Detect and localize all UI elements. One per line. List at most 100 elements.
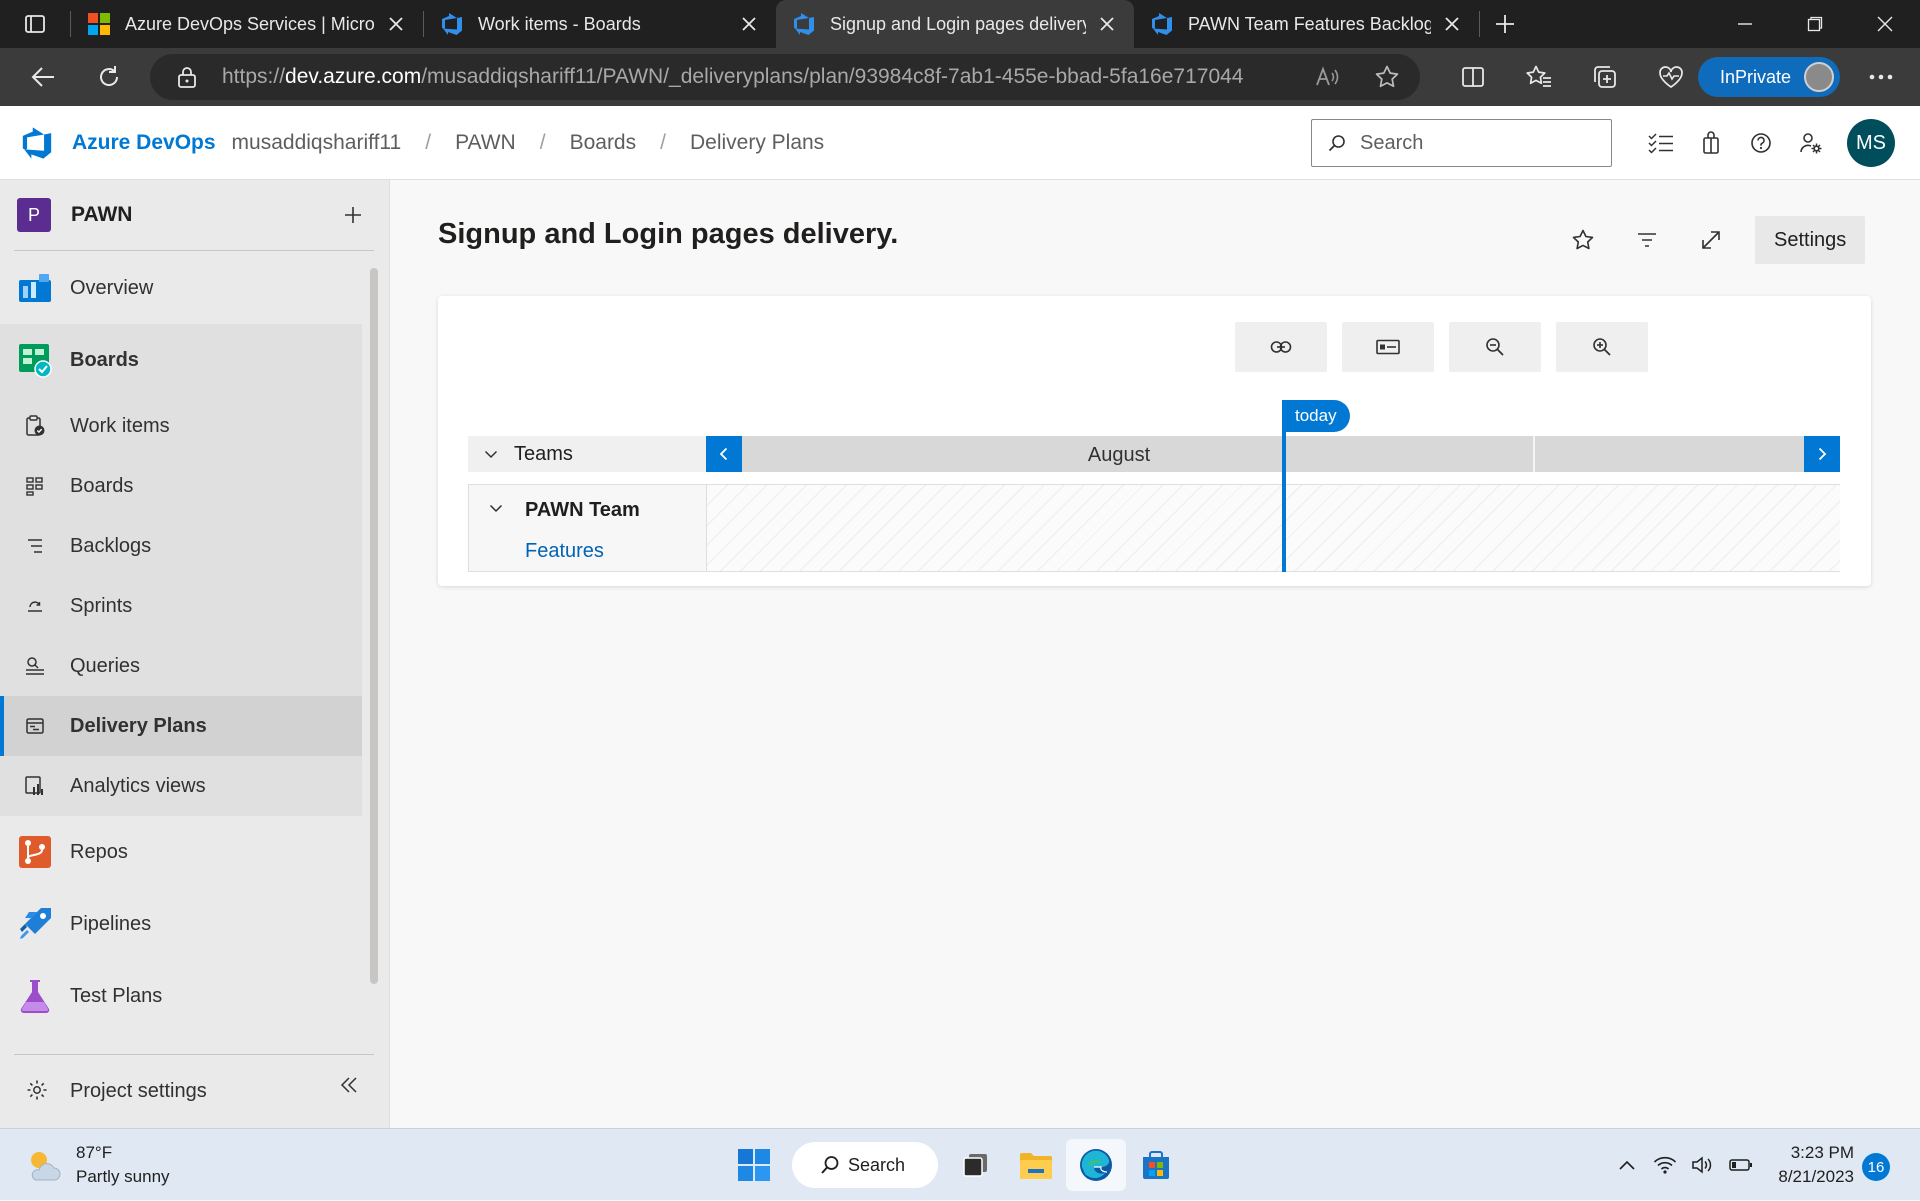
settings-button[interactable]: Settings — [1755, 216, 1866, 264]
microsoft-store-icon[interactable] — [1126, 1139, 1186, 1191]
lock-icon[interactable] — [176, 65, 200, 89]
sidebar-item-test-plans[interactable]: Test Plans — [0, 960, 362, 1032]
sidebar-item-work-items[interactable]: Work items — [0, 396, 362, 456]
zoom-in-button[interactable] — [1556, 322, 1648, 372]
teams-header-label: Teams — [514, 442, 573, 465]
project-settings-button[interactable]: Project settings — [0, 1054, 390, 1128]
volume-icon[interactable] — [1684, 1155, 1722, 1175]
collections-icon[interactable] — [1572, 48, 1638, 106]
restore-icon[interactable] — [1780, 0, 1850, 48]
breadcrumb-organization[interactable]: musaddiqshariff11 — [232, 131, 402, 155]
add-plus-icon[interactable] — [336, 198, 370, 232]
back-arrow-icon[interactable] — [10, 48, 76, 106]
sidebar-scrollbar[interactable] — [370, 268, 378, 984]
user-settings-icon[interactable] — [1786, 106, 1836, 180]
help-icon[interactable] — [1736, 106, 1786, 180]
read-aloud-icon[interactable] — [1314, 64, 1340, 90]
sidebar-item-overview[interactable]: Overview — [0, 252, 362, 324]
edge-browser-icon[interactable] — [1066, 1139, 1126, 1191]
sidebar-item-delivery-plans[interactable]: Delivery Plans — [0, 696, 362, 756]
search-input[interactable] — [1360, 131, 1590, 155]
user-avatar[interactable]: MS — [1847, 119, 1895, 167]
close-tab-icon[interactable] — [1441, 13, 1463, 35]
sidebar-item-analytics-views[interactable]: Analytics views — [0, 756, 362, 816]
search-icon — [820, 1155, 840, 1175]
split-screen-icon[interactable] — [1440, 48, 1506, 106]
favorite-star-icon[interactable] — [1551, 217, 1615, 263]
breadcrumb-boards[interactable]: Boards — [570, 131, 637, 155]
system-clock[interactable]: 3:23 PM 8/21/2023 — [1770, 1141, 1854, 1189]
close-window-icon[interactable] — [1850, 0, 1920, 48]
address-bar[interactable]: https://dev.azure.com/musaddiqshariff11/… — [150, 54, 1420, 100]
new-tab-plus-icon[interactable] — [1480, 0, 1530, 48]
address-bar-actions — [1314, 64, 1400, 90]
brand-name[interactable]: Azure DevOps — [72, 131, 216, 155]
url-domain: dev.azure.com — [285, 65, 422, 88]
favorite-star-icon[interactable] — [1374, 64, 1400, 90]
overview-icon — [17, 270, 53, 306]
notification-badge[interactable]: 16 — [1862, 1153, 1890, 1181]
file-explorer-icon[interactable] — [1006, 1139, 1066, 1191]
zoom-out-icon — [1485, 337, 1505, 357]
sidebar-item-label: Sprints — [70, 594, 133, 617]
sidebar-item-label: Boards — [70, 348, 139, 371]
project-header[interactable]: P PAWN — [0, 180, 389, 250]
browser-tab-azure-devops-services[interactable]: Azure DevOps Services | Microsoft — [71, 0, 423, 48]
breadcrumb-project[interactable]: PAWN — [455, 131, 516, 155]
sidebar-item-boards-section[interactable]: Boards — [0, 324, 362, 396]
battery-icon[interactable] — [1722, 1158, 1760, 1172]
chevron-down-icon[interactable] — [489, 503, 503, 513]
chevron-up-icon[interactable] — [1608, 1159, 1646, 1171]
tab-label: Work items - Boards — [478, 13, 641, 34]
chevron-down-icon[interactable] — [484, 449, 498, 459]
wifi-icon[interactable] — [1646, 1155, 1684, 1175]
sidebar-item-repos[interactable]: Repos — [0, 816, 362, 888]
close-tab-icon[interactable] — [1096, 13, 1118, 35]
zoom-out-button[interactable] — [1449, 322, 1541, 372]
team-timeline-lane[interactable] — [707, 485, 1840, 571]
refresh-icon[interactable] — [76, 48, 142, 106]
sidebar-item-boards[interactable]: Boards — [0, 456, 362, 516]
breadcrumb-separator: / — [425, 130, 432, 154]
browser-tab-pawn-team-backlog[interactable]: PAWN Team Features Backlog - Boards — [1134, 0, 1479, 48]
sidebar-nav: Overview Boards Work items Boards Backlo… — [0, 252, 362, 1032]
scroll-timeline-right-button[interactable] — [1804, 436, 1840, 472]
weather-widget[interactable]: 87°F Partly sunny — [24, 1141, 170, 1189]
copy-link-button[interactable] — [1235, 322, 1327, 372]
teams-header[interactable]: Teams — [468, 436, 706, 472]
card-fields-button[interactable] — [1342, 322, 1434, 372]
expand-fullscreen-icon[interactable] — [1679, 217, 1743, 263]
sidebar-item-pipelines[interactable]: Pipelines — [0, 888, 362, 960]
close-tab-icon[interactable] — [385, 13, 407, 35]
filter-icon[interactable] — [1615, 217, 1679, 263]
url-prefix: https:// — [222, 65, 286, 88]
minimize-icon[interactable] — [1710, 0, 1780, 48]
taskbar-search[interactable]: Search — [792, 1142, 938, 1188]
close-tab-icon[interactable] — [738, 13, 760, 35]
header-search-box[interactable] — [1311, 119, 1612, 167]
browser-tab-signup-login-delivery[interactable]: Signup and Login pages delivery. — [776, 0, 1134, 48]
tab-label: Signup and Login pages delivery. — [830, 13, 1086, 34]
tab-actions-menu-icon[interactable] — [0, 0, 70, 48]
breadcrumb-delivery-plans[interactable]: Delivery Plans — [690, 131, 824, 155]
sidebar-item-sprints[interactable]: Sprints — [0, 576, 362, 636]
marketplace-bag-icon[interactable] — [1686, 106, 1736, 180]
work-list-icon[interactable] — [1636, 106, 1686, 180]
windows-start-icon[interactable] — [724, 1139, 784, 1191]
azure-devops-logo-icon[interactable] — [20, 126, 54, 160]
task-view-icon[interactable] — [946, 1139, 1006, 1191]
browser-essentials-icon[interactable] — [1638, 48, 1704, 106]
more-options-icon[interactable] — [1856, 48, 1906, 106]
sidebar-item-queries[interactable]: Queries — [0, 636, 362, 696]
sidebar-item-backlogs[interactable]: Backlogs — [0, 516, 362, 576]
page-title: Signup and Login pages delivery. — [438, 218, 899, 250]
collapse-sidebar-icon[interactable] — [340, 1076, 358, 1094]
browser-tab-work-items[interactable]: Work items - Boards — [424, 0, 776, 48]
favorites-icon[interactable] — [1506, 48, 1572, 106]
boards-icon — [23, 474, 47, 498]
work-items-icon — [23, 414, 47, 438]
team-backlog-link[interactable]: Features — [525, 540, 604, 563]
inprivate-button[interactable]: InPrivate — [1698, 57, 1840, 97]
project-settings-label: Project settings — [70, 1079, 207, 1102]
weather-condition: Partly sunny — [76, 1167, 170, 1186]
